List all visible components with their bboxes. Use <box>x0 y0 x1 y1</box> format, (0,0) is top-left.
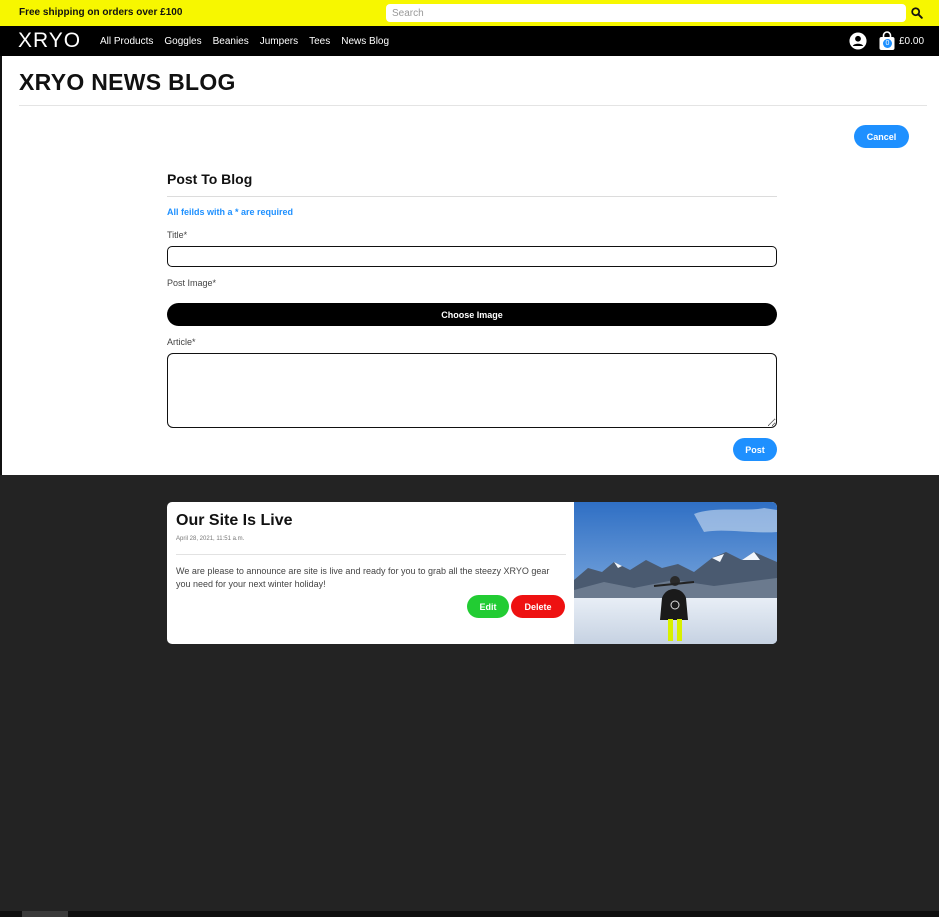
nav-links: All Products Goggles Beanies Jumpers Tee… <box>100 36 389 47</box>
cart-count-badge: 0 <box>883 39 892 48</box>
page-title: XRYO NEWS BLOG <box>19 69 236 95</box>
title-input[interactable] <box>167 246 777 267</box>
main-nav: XRYO All Products Goggles Beanies Jumper… <box>0 26 939 56</box>
cancel-button[interactable]: Cancel <box>854 125 909 148</box>
nav-link-all-products[interactable]: All Products <box>100 36 153 47</box>
post-date: April 28, 2021, 11:51 a.m. <box>176 536 245 542</box>
account-icon[interactable] <box>849 32 867 50</box>
title-divider <box>19 105 927 106</box>
required-fields-note: All feilds with a * are required <box>167 207 294 217</box>
form-divider <box>167 196 777 197</box>
nav-link-news-blog[interactable]: News Blog <box>341 36 389 47</box>
cart-total[interactable]: £0.00 <box>899 36 924 47</box>
post-button[interactable]: Post <box>733 438 777 461</box>
form-heading: Post To Blog <box>167 171 253 187</box>
post-divider <box>176 554 566 555</box>
search-icon[interactable] <box>910 6 924 20</box>
delete-button[interactable]: Delete <box>511 595 565 618</box>
xryo-logo[interactable]: XRYO <box>18 29 81 53</box>
title-label: Title* <box>167 230 188 240</box>
promo-bar: Free shipping on orders over £100 <box>0 0 939 26</box>
post-image-label: Post Image* <box>167 278 217 288</box>
post-body: We are please to announce are site is li… <box>176 566 550 589</box>
free-shipping-text: Free shipping on orders over £100 <box>19 7 183 18</box>
blog-form-section: XRYO NEWS BLOG Cancel Post To Blog All f… <box>0 56 939 475</box>
post-title: Our Site Is Live <box>176 512 293 529</box>
nav-link-beanies[interactable]: Beanies <box>213 36 249 47</box>
post-image <box>574 502 777 644</box>
choose-image-button[interactable]: Choose Image <box>167 303 777 326</box>
taskbar-strip <box>0 911 939 917</box>
nav-link-jumpers[interactable]: Jumpers <box>260 36 298 47</box>
taskbar-tab[interactable] <box>22 911 68 917</box>
nav-link-goggles[interactable]: Goggles <box>164 36 201 47</box>
nav-link-tees[interactable]: Tees <box>309 36 330 47</box>
blog-post-card: Our Site Is Live April 28, 2021, 11:51 a… <box>167 502 777 644</box>
edit-button[interactable]: Edit <box>467 595 509 618</box>
article-textarea[interactable] <box>167 353 777 428</box>
search-input[interactable] <box>386 4 906 22</box>
article-label: Article* <box>167 337 196 347</box>
